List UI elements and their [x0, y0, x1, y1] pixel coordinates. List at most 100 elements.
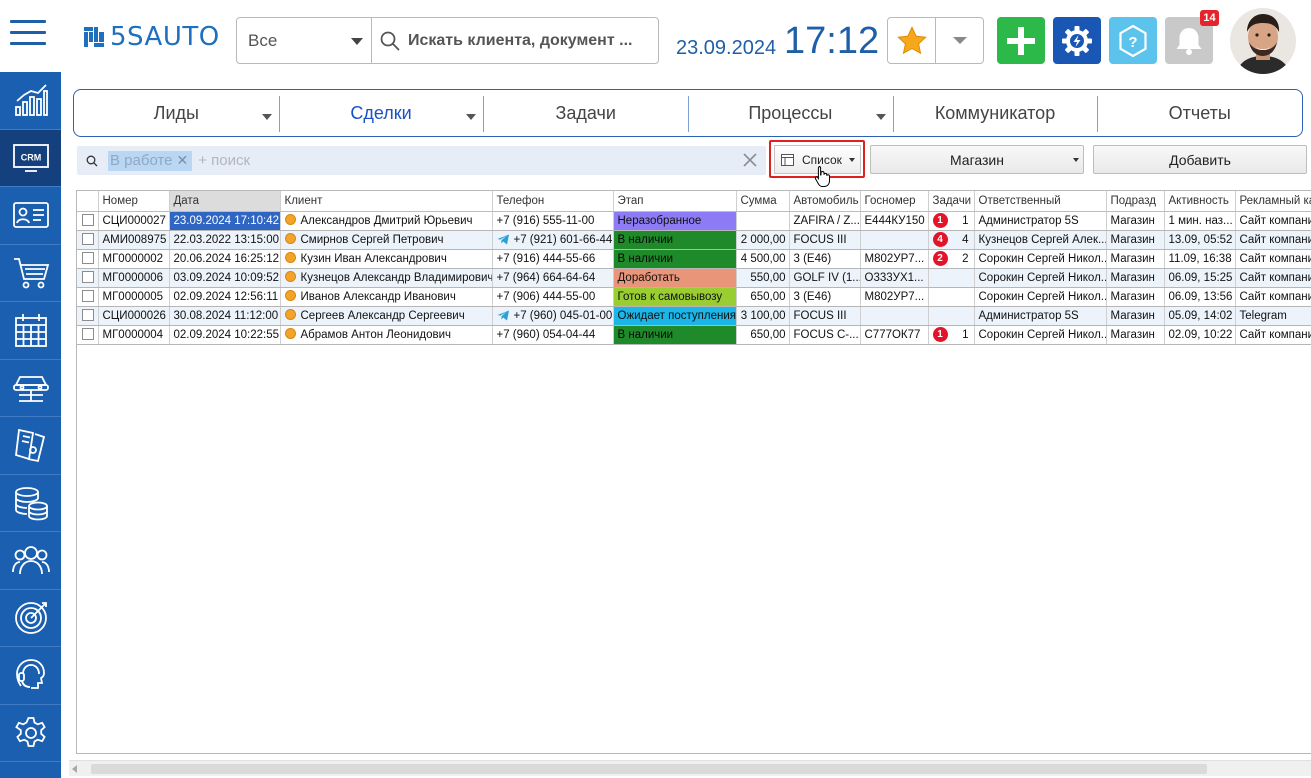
- deal-activity[interactable]: 06.09, 13:56: [1164, 287, 1236, 307]
- deal-client[interactable]: Смирнов Сергей Петрович: [280, 230, 493, 250]
- deal-car[interactable]: FOCUS III: [789, 230, 861, 250]
- global-search[interactable]: [371, 17, 659, 64]
- deal-tasks[interactable]: [928, 287, 975, 307]
- deal-tasks[interactable]: 44: [928, 230, 975, 250]
- deal-car[interactable]: FOCUS III: [789, 306, 861, 326]
- table-row[interactable]: МГ0000002 20.06.2024 16:25:12 Кузин Иван А…: [77, 249, 1311, 269]
- chevron-down-icon[interactable]: [875, 114, 886, 120]
- deal-phone[interactable]: +7 (916) 444-55-66: [492, 249, 614, 269]
- deal-channel[interactable]: Сайт компании: [1235, 268, 1311, 288]
- deal-number[interactable]: АМИ008975: [98, 230, 170, 250]
- deal-client[interactable]: Кузин Иван Александрович: [280, 249, 493, 269]
- sidebar-item-sales[interactable]: [0, 245, 61, 302]
- favorites-button[interactable]: [887, 17, 984, 64]
- sidebar-item-staff[interactable]: [0, 532, 61, 590]
- row-checkbox-cell[interactable]: [77, 211, 99, 231]
- deal-responsible[interactable]: Сорокин Сергей Никол...: [974, 249, 1107, 269]
- sidebar-item-settings[interactable]: [0, 705, 61, 762]
- deal-plate[interactable]: [860, 230, 929, 250]
- filter-chip[interactable]: В работе ✕: [108, 150, 193, 171]
- row-checkbox-cell[interactable]: [77, 325, 99, 345]
- horizontal-scrollbar[interactable]: [69, 760, 1311, 776]
- deal-department[interactable]: Магазин: [1106, 249, 1165, 269]
- deal-activity[interactable]: 05.09, 14:02: [1164, 306, 1236, 326]
- automation-settings-button[interactable]: [1053, 17, 1101, 64]
- column-header[interactable]: Рекламный канал: [1235, 191, 1311, 212]
- deal-client[interactable]: Сергеев Александр Сергеевич: [280, 306, 493, 326]
- deal-activity[interactable]: 02.09, 10:22: [1164, 325, 1236, 345]
- deal-channel[interactable]: Сайт компании: [1235, 230, 1311, 250]
- deal-car[interactable]: ZAFIRA / Z...: [789, 211, 861, 231]
- deal-client[interactable]: Иванов Александр Иванович: [280, 287, 493, 307]
- column-header[interactable]: Госномер: [860, 191, 929, 212]
- table-row[interactable]: СЦИ000027 23.09.2024 17:10:42 Александров …: [77, 211, 1311, 231]
- tab-tasks[interactable]: Задачи: [483, 90, 688, 136]
- deal-car[interactable]: 3 (E46): [789, 249, 861, 269]
- row-checkbox[interactable]: [82, 271, 94, 284]
- deal-responsible[interactable]: Сорокин Сергей Никол...: [974, 325, 1107, 345]
- deal-phone[interactable]: +7 (964) 664-64-64: [492, 268, 614, 288]
- row-checkbox[interactable]: [82, 309, 94, 322]
- deal-date[interactable]: 03.09.2024 10:09:52: [169, 268, 281, 288]
- deal-sum[interactable]: 550,00: [736, 268, 790, 288]
- deal-responsible[interactable]: Сорокин Сергей Никол...: [974, 287, 1107, 307]
- deal-responsible[interactable]: Кузнецов Сергей Алек...: [974, 230, 1107, 250]
- deal-date[interactable]: 22.03.2022 13:15:00: [169, 230, 281, 250]
- deal-date[interactable]: 02.09.2024 12:56:11: [169, 287, 281, 307]
- deal-plate[interactable]: М802УР7...: [860, 287, 929, 307]
- deal-plate[interactable]: Е444КУ150: [860, 211, 929, 231]
- tab-processes[interactable]: Процессы: [688, 90, 893, 136]
- table-row[interactable]: МГ0000006 03.09.2024 10:09:52 Кузнецов Але…: [77, 268, 1311, 288]
- deal-sum[interactable]: 650,00: [736, 325, 790, 345]
- column-header[interactable]: Телефон: [492, 191, 614, 212]
- deal-number[interactable]: МГ0000006: [98, 268, 170, 288]
- deal-department[interactable]: Магазин: [1106, 287, 1165, 307]
- select-all-column[interactable]: [77, 191, 99, 212]
- column-header[interactable]: Активность: [1164, 191, 1236, 212]
- deal-channel[interactable]: Сайт компании: [1235, 249, 1311, 269]
- remove-filter-icon[interactable]: ✕: [177, 152, 189, 169]
- deal-date[interactable]: 30.08.2024 11:12:00: [169, 306, 281, 326]
- deal-tasks[interactable]: 11: [928, 211, 975, 231]
- quick-add-button[interactable]: [997, 17, 1045, 64]
- deal-sum[interactable]: 3 100,00: [736, 306, 790, 326]
- table-row[interactable]: МГ0000004 02.09.2024 10:22:55 Абрамов Анто…: [77, 325, 1311, 345]
- deal-tasks[interactable]: 22: [928, 249, 975, 269]
- row-checkbox[interactable]: [82, 214, 94, 227]
- row-checkbox-cell[interactable]: [77, 249, 99, 269]
- sidebar-item-parts[interactable]: [0, 417, 61, 475]
- scroll-left-icon[interactable]: [72, 765, 77, 773]
- add-deal-button[interactable]: Добавить: [1093, 145, 1307, 174]
- deal-stage[interactable]: В наличии: [613, 249, 737, 269]
- deal-client[interactable]: Кузнецов Александр Владимирович: [280, 268, 493, 288]
- deal-number[interactable]: СЦИ000026: [98, 306, 170, 326]
- menu-icon[interactable]: [10, 20, 46, 50]
- tab-deals[interactable]: Сделки: [278, 90, 484, 136]
- table-row[interactable]: МГ0000005 02.09.2024 12:56:11 Иванов Алекс…: [77, 287, 1311, 307]
- deal-number[interactable]: МГ0000005: [98, 287, 170, 307]
- deal-date[interactable]: 23.09.2024 17:10:42: [169, 211, 281, 231]
- deal-stage[interactable]: Неразобранное: [613, 211, 737, 231]
- sidebar-item-finance[interactable]: [0, 475, 61, 532]
- deal-stage[interactable]: Доработать: [613, 268, 737, 288]
- column-header[interactable]: Этап: [613, 191, 737, 212]
- deal-channel[interactable]: Сайт компании: [1235, 325, 1311, 345]
- deal-phone[interactable]: +7 (916) 555-11-00: [492, 211, 614, 231]
- store-select-button[interactable]: Магазин: [870, 145, 1084, 174]
- scope-select[interactable]: Все: [236, 17, 372, 64]
- deal-car[interactable]: FOCUS C-...: [789, 325, 861, 345]
- sidebar-item-crm[interactable]: CRM: [0, 129, 61, 187]
- deal-responsible[interactable]: Администратор 5S: [974, 211, 1107, 231]
- deal-department[interactable]: Магазин: [1106, 230, 1165, 250]
- deal-date[interactable]: 20.06.2024 16:25:12: [169, 249, 281, 269]
- column-header[interactable]: Подразд: [1106, 191, 1165, 212]
- sidebar-item-marketing[interactable]: [0, 590, 61, 647]
- deal-client[interactable]: Александров Дмитрий Юрьевич: [280, 211, 493, 231]
- deal-tasks[interactable]: [928, 306, 975, 326]
- sidebar-item-analytics[interactable]: [0, 72, 61, 130]
- row-checkbox[interactable]: [82, 290, 94, 303]
- column-header[interactable]: Задачи: [928, 191, 975, 212]
- deal-department[interactable]: Магазин: [1106, 325, 1165, 345]
- deals-search-input[interactable]: [198, 152, 719, 169]
- row-checkbox-cell[interactable]: [77, 268, 99, 288]
